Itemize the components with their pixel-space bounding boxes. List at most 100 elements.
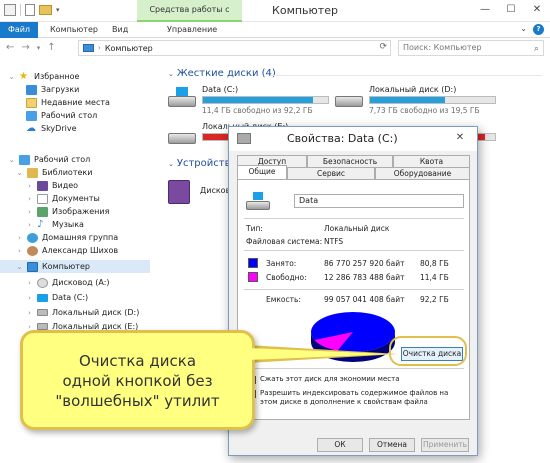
maximize-icon[interactable]: ☐ (498, 0, 524, 20)
compress-label: Сжать этот диск для экономии места (260, 375, 400, 383)
free-bytes: 12 286 783 488 байт (324, 273, 405, 282)
sidebar-item-video[interactable]: › Видео (26, 179, 78, 192)
group-divider (270, 75, 542, 76)
sidebar-item-label: Рабочий стол (41, 111, 98, 120)
drive-tile-c[interactable]: Data (C:) 11,4 ГБ свободно из 92,2 ГБ (168, 85, 338, 117)
recent-places-icon (26, 97, 37, 108)
callout-box: Очистка диска одной кнопкой без "волшебн… (20, 330, 255, 430)
ribbon-right-controls: ⌄ ? (520, 24, 544, 35)
free-gb: 11,4 ГБ (420, 273, 449, 282)
volume-name-input[interactable]: Data (294, 194, 464, 208)
address-bar-row: ← → ▾ ↑ › Компьютер ⟳ Поиск: Компьютер ⌕ (0, 38, 550, 58)
collapse-icon[interactable]: ⌄ (8, 156, 15, 164)
collapse-icon[interactable]: ⌄ (168, 160, 174, 168)
separator (244, 250, 464, 251)
homegroup-icon (27, 232, 38, 243)
expand-icon[interactable]: › (26, 208, 33, 216)
collapse-icon[interactable]: ⌄ (8, 73, 15, 81)
minimize-icon[interactable]: — (472, 0, 498, 20)
apply-button[interactable]: Применить (421, 438, 469, 452)
group-header-hard-drives[interactable]: ⌄ Жесткие диски (4) (168, 68, 276, 80)
tab-tools[interactable]: Сервис (287, 167, 375, 179)
sidebar-item-label: Дисковод (A:) (52, 278, 110, 287)
tab-file[interactable]: Файл (0, 22, 38, 38)
tab-general[interactable]: Общие (237, 165, 287, 179)
used-gb: 80,8 ГБ (420, 259, 449, 268)
search-placeholder: Поиск: Компьютер (403, 43, 482, 52)
collapse-icon[interactable]: ⌄ (16, 169, 23, 177)
up-arrow-icon[interactable]: ↑ (47, 42, 55, 54)
callout-line: Очистка диска (78, 352, 197, 370)
refresh-icon[interactable]: ⟳ (379, 42, 387, 52)
drive-tile-d[interactable]: Локальный диск (D:) 7,73 ГБ свободно из … (335, 85, 505, 117)
sidebar-item-homegroup[interactable]: › Домашняя группа (16, 231, 118, 244)
sidebar-item-drive-d[interactable]: › Локальный диск (D:) (26, 306, 139, 319)
used-color-swatch (248, 258, 258, 268)
breadcrumb-chevron-icon[interactable]: › (98, 44, 101, 52)
sidebar-item-music[interactable]: › ♪ Музыка (26, 218, 84, 231)
star-icon: ★ (19, 70, 28, 82)
sidebar-item-computer[interactable]: ⌄ Компьютер (0, 260, 150, 273)
close-icon[interactable]: ✕ (449, 130, 471, 146)
address-field[interactable]: › Компьютер ⟳ (78, 40, 391, 56)
drive-icon (237, 133, 251, 144)
drive-free-space: 11,4 ГБ свободно из 92,2 ГБ (202, 106, 313, 115)
dialog-title-bar: Свойства: Data (C:) ✕ (229, 127, 477, 151)
sidebar-item-libraries[interactable]: ⌄ Библиотеки (16, 166, 92, 179)
expand-ribbon-icon[interactable]: ⌄ (520, 24, 527, 35)
sidebar-item-label: Домашняя группа (42, 233, 119, 242)
expand-icon[interactable]: › (16, 234, 23, 242)
forward-arrow-icon[interactable]: → (21, 42, 29, 54)
index-label: Разрешить индексировать содержимое файло… (260, 389, 449, 406)
expand-icon[interactable]: › (26, 182, 33, 190)
collapse-icon[interactable]: ⌄ (168, 70, 174, 78)
tab-view[interactable]: Вид (112, 22, 128, 38)
tab-hardware[interactable]: Оборудование (375, 167, 470, 179)
sidebar-item-recent[interactable]: Недавние места (26, 96, 110, 109)
expand-icon[interactable]: › (26, 309, 33, 317)
sidebar-item-user[interactable]: › Александр Шихов (16, 244, 118, 257)
libraries-icon (27, 167, 38, 178)
sidebar-item-drive-c[interactable]: › Data (C:) (26, 291, 88, 304)
sidebar-item-desktop-fav[interactable]: Рабочий стол (26, 109, 97, 122)
expand-icon[interactable]: › (26, 279, 33, 287)
expand-icon[interactable]: › (26, 195, 33, 203)
sidebar-item-desktop[interactable]: ⌄ Рабочий стол (8, 153, 90, 166)
sidebar-item-downloads[interactable]: Загрузки (26, 83, 79, 96)
recent-locations-icon[interactable]: ▾ (37, 42, 41, 54)
expand-icon[interactable]: › (26, 221, 33, 229)
sidebar-item-floppy[interactable]: › Дисковод (A:) (26, 276, 110, 289)
expand-icon[interactable]: › (26, 294, 33, 302)
cancel-button[interactable]: Отмена (369, 438, 415, 452)
back-arrow-icon[interactable]: ← (6, 42, 14, 54)
video-icon (37, 180, 48, 191)
dialog-tabs-bottom-row: Общие Сервис Оборудование (237, 165, 470, 179)
tab-manage[interactable]: Управление (167, 22, 217, 38)
drive-icon (37, 277, 48, 288)
sidebar-item-images[interactable]: › Изображения (26, 205, 109, 218)
expand-icon[interactable]: › (16, 247, 23, 255)
hard-disk-icon (37, 323, 48, 330)
search-input[interactable]: Поиск: Компьютер ⌕ (398, 40, 544, 56)
hard-disk-icon (37, 309, 48, 316)
breadcrumb-computer[interactable]: Компьютер (105, 44, 153, 53)
sidebar-item-documents[interactable]: › Документы (26, 192, 100, 205)
help-icon[interactable]: ? (533, 24, 544, 35)
windows-drive-icon (168, 87, 196, 107)
ok-button[interactable]: ОК (317, 438, 363, 452)
tab-computer[interactable]: Компьютер (50, 22, 98, 38)
hard-disk-icon (168, 124, 196, 144)
collapse-icon[interactable]: ⌄ (16, 263, 23, 271)
sidebar-item-label: Александр Шихов (42, 246, 119, 255)
device-tile-floppy[interactable]: Дисков (168, 180, 230, 212)
sidebar-item-favorites[interactable]: ⌄ ★ Избранное (8, 70, 80, 83)
tab-quota[interactable]: Квота (393, 155, 470, 167)
search-icon: ⌕ (533, 44, 539, 54)
close-icon[interactable]: ✕ (524, 0, 550, 20)
group-header-label: Жесткие диски (4) (176, 68, 276, 79)
used-bytes: 86 770 257 920 байт (324, 259, 405, 268)
tab-security[interactable]: Безопасность (307, 155, 393, 167)
separator (244, 368, 464, 369)
sidebar-item-skydrive[interactable]: ☁ SkyDrive (26, 122, 77, 135)
type-label: Тип: (246, 224, 263, 233)
